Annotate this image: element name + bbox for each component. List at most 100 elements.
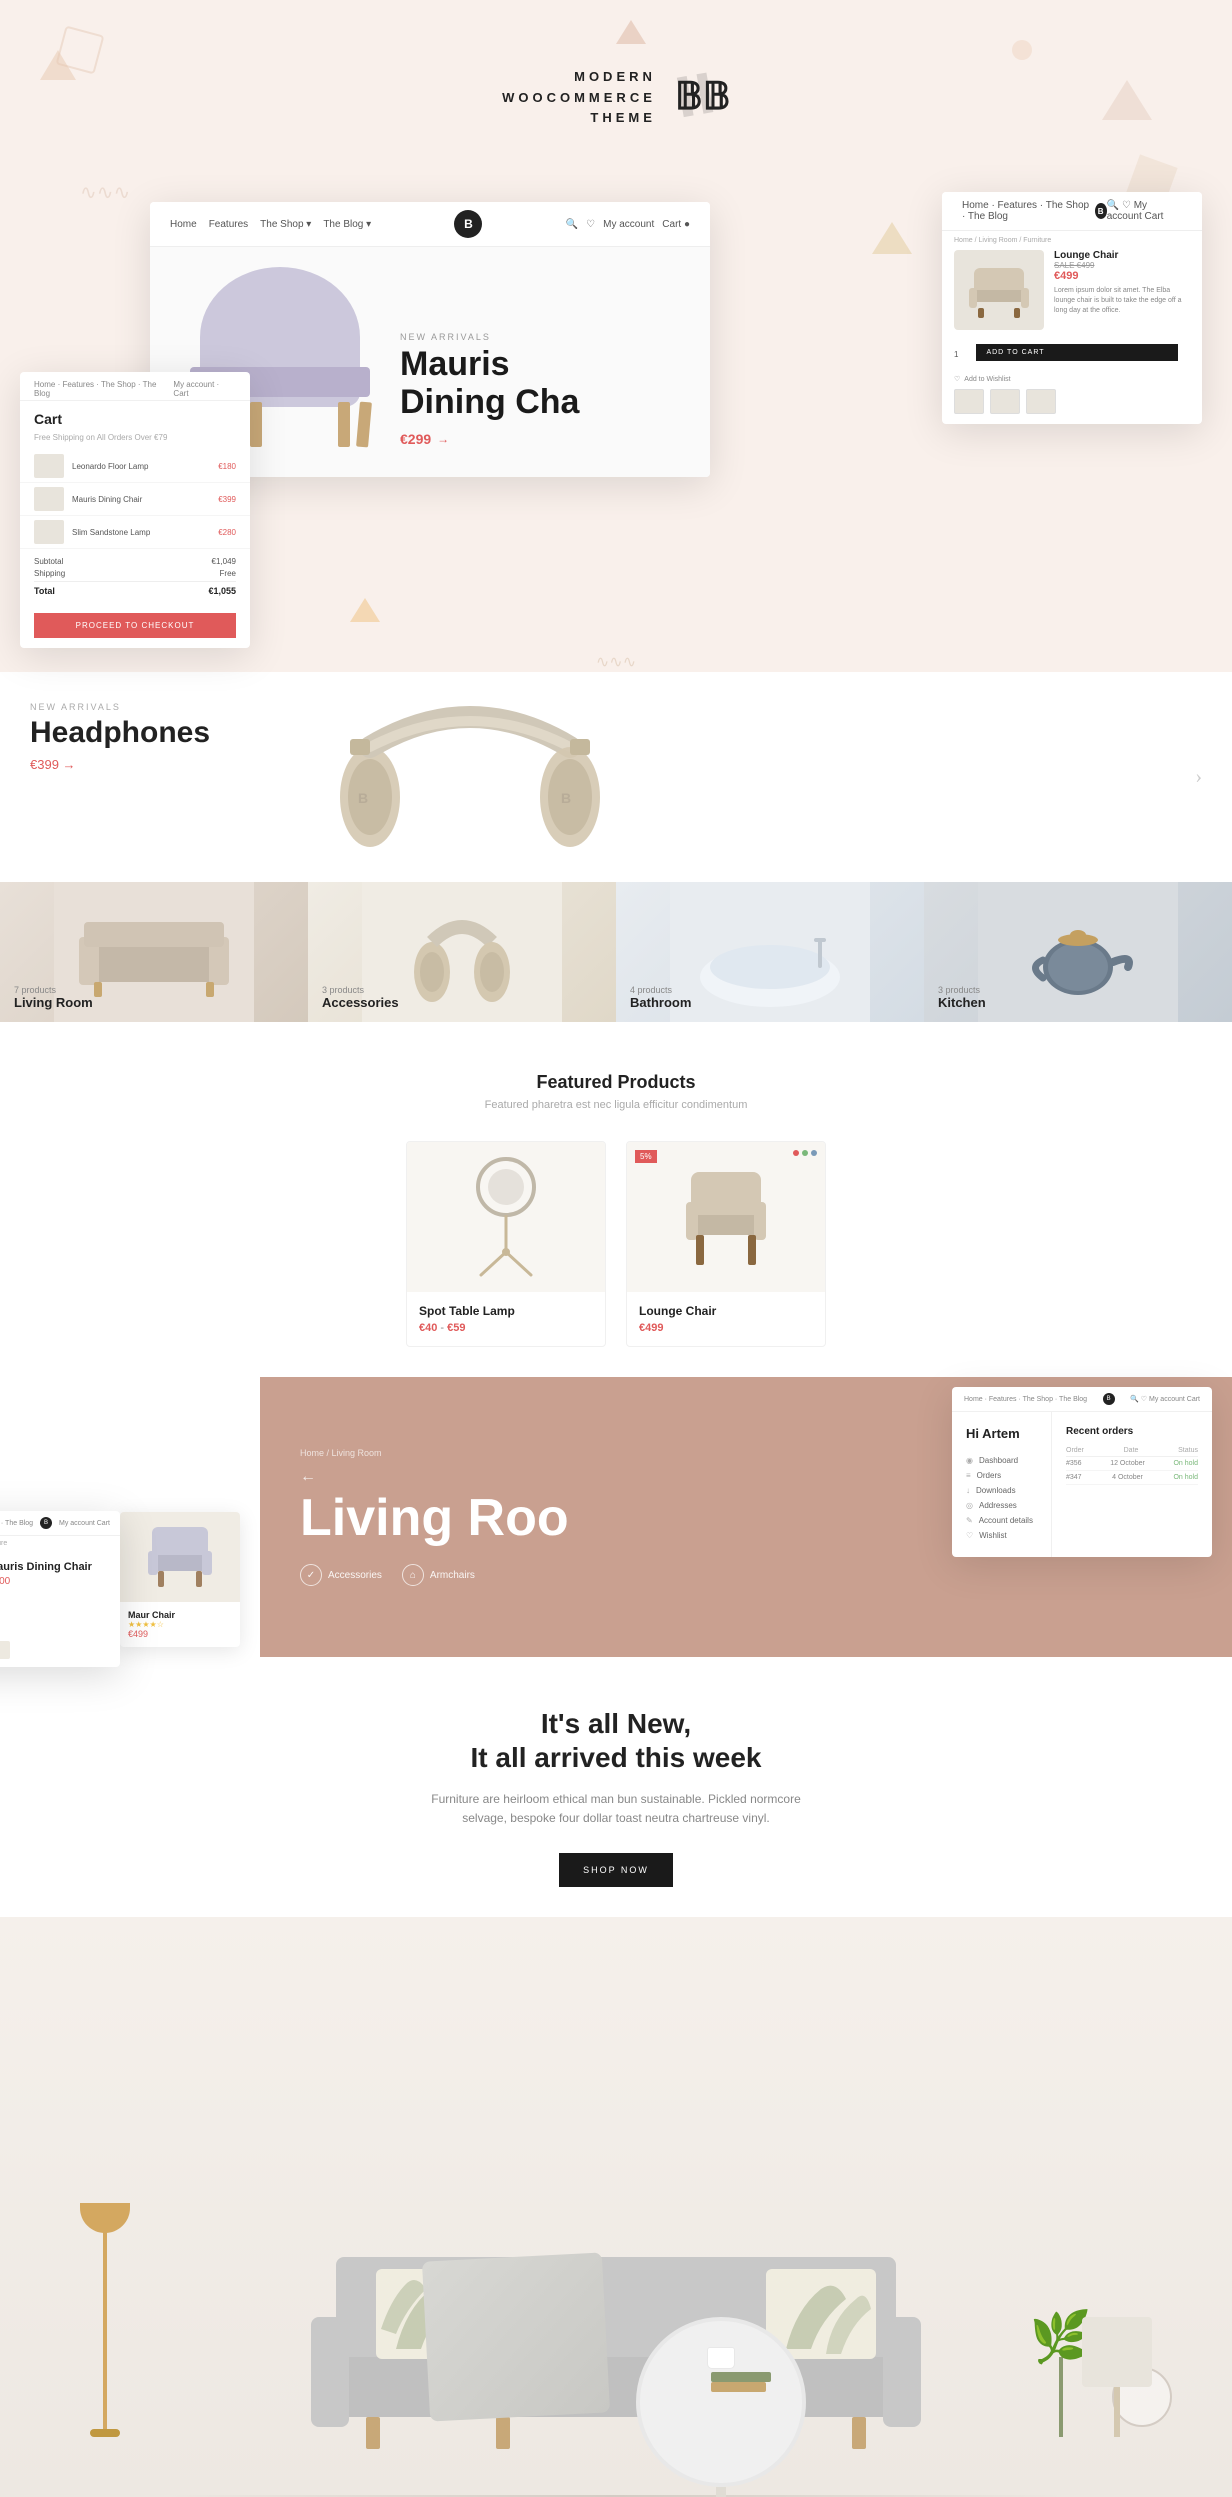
lr-accessories-link[interactable]: ✓ Accessories — [300, 1564, 382, 1586]
product-card-lamp[interactable]: Spot Table Lamp €40 - €59 — [406, 1141, 606, 1347]
acc-main: Recent orders OrderDateStatus #356 12 Oc… — [1052, 1412, 1212, 1557]
cat-label-bathroom: 4 products Bathroom — [630, 985, 691, 1010]
acc-account-details[interactable]: ✎ Account details — [966, 1513, 1037, 1528]
new-arrivals-section: It's all New, It all arrived this week F… — [0, 1657, 1232, 1917]
headphones-section: ‹ NEW ARRIVALS Headphones €399 → — [0, 672, 1232, 882]
new-arrivals-desc: Furniture are heirloom ethical man bun s… — [416, 1790, 816, 1828]
cat-label-living: 7 products Living Room — [14, 985, 93, 1010]
acc-hello: Hi Artem — [966, 1426, 1037, 1441]
chair-leg-2 — [250, 402, 262, 447]
downloads-icon: ↓ — [966, 1486, 970, 1495]
logo-icon: 𝔹𝔹 — [670, 64, 730, 132]
color-dot-red[interactable] — [793, 1150, 799, 1156]
st-leg — [1114, 2387, 1120, 2437]
header: MODERN WOOCOMMERCE THEME 𝔹𝔹 — [0, 0, 1232, 152]
nav-account[interactable]: My account — [603, 219, 654, 230]
acc-nav: Home · Features · The Shop · The Blog B … — [952, 1387, 1212, 1412]
hero-logo: B — [454, 210, 482, 238]
headphones-svg: B B — [290, 677, 650, 877]
acc-logo: B — [1103, 1393, 1115, 1405]
pd-nav-links: Home · Features · The Shop · The Blog — [962, 200, 1095, 222]
dm-nav: Home · Features · The Shop · The Blog B … — [0, 1511, 120, 1536]
pd-nav-right: 🔍 ♡ My account Cart — [1107, 200, 1182, 222]
nav-features[interactable]: Features — [209, 219, 248, 230]
account-mockup: Home · Features · The Shop · The Blog B … — [952, 1387, 1212, 1557]
next-arrow[interactable]: › — [1195, 766, 1202, 789]
maur-chair-info: Maur Chair ★★★★☆ €499 — [120, 1602, 240, 1647]
pd-chair-image — [954, 250, 1044, 330]
category-kitchen[interactable]: 3 products Kitchen — [924, 882, 1232, 1022]
category-living-room[interactable]: 7 products Living Room — [0, 882, 308, 1022]
pd-logo: B — [1095, 203, 1107, 219]
nav-search-icon[interactable]: 🔍 — [566, 219, 578, 230]
pd-desc: Lorem ipsum dolor sit amet. The Elba lou… — [1054, 286, 1190, 315]
dm-thumb-4[interactable] — [0, 1641, 10, 1659]
dm-logo: B — [40, 1517, 52, 1529]
lr-armchairs-link[interactable]: ⌂ Armchairs — [402, 1564, 475, 1586]
acc-downloads[interactable]: ↓ Downloads — [966, 1483, 1037, 1498]
checkout-button[interactable]: PROCEED TO CHECKOUT — [34, 613, 236, 638]
acc-wishlist[interactable]: ♡ Wishlist — [966, 1528, 1037, 1543]
nav-wishlist-icon[interactable]: ♡ — [586, 219, 595, 230]
pc-lamp-info: Spot Table Lamp €40 - €59 — [407, 1292, 605, 1346]
nav-links: Home Features The Shop ▾ The Blog ▾ — [170, 219, 371, 230]
dm-content: Mauris Dining Chair €300 — [0, 1551, 120, 1641]
acc-order-header: OrderDateStatus — [1066, 1445, 1198, 1457]
ct-tabletop — [636, 2317, 806, 2487]
maur-chair-svg — [140, 1517, 220, 1597]
shop-now-button[interactable]: SHOP NOW — [559, 1853, 673, 1887]
cart-item-1-img — [34, 454, 64, 478]
orders-icon: ≡ — [966, 1471, 971, 1480]
pd-nav: Home · Features · The Shop · The Blog B … — [942, 192, 1202, 231]
hero-title: Mauris Dining Cha — [400, 346, 680, 421]
pd-price: €499 — [1054, 270, 1190, 282]
acc-orders[interactable]: ≡ Orders — [966, 1468, 1037, 1483]
sofa-seat — [326, 2357, 906, 2417]
sofa-leg-2 — [496, 2417, 510, 2449]
acc-orders-title: Recent orders — [1066, 1426, 1198, 1437]
maur-chair-price: €499 — [128, 1629, 232, 1639]
lounge-chair-svg — [676, 1157, 776, 1277]
category-bathroom[interactable]: 4 products Bathroom — [616, 882, 924, 1022]
pd-wishlist[interactable]: ♡ Add to Wishlist — [942, 375, 1202, 389]
pd-thumb-3[interactable] — [1026, 389, 1056, 414]
lamp-svg — [466, 1157, 546, 1277]
category-accessories[interactable]: 3 products Accessories — [308, 882, 616, 1022]
nav-blog[interactable]: The Blog ▾ — [323, 219, 371, 230]
nav-cart[interactable]: Cart ● — [662, 219, 690, 230]
deco-wave-2: ∿∿∿ — [0, 652, 1232, 672]
chair-leg-3 — [338, 402, 350, 447]
pd-name: Lounge Chair — [1054, 250, 1190, 261]
nav-shop[interactable]: The Shop ▾ — [260, 219, 311, 230]
acc-addresses[interactable]: ◎ Addresses — [966, 1498, 1037, 1513]
pc-lounge-img: 5% — [627, 1142, 825, 1292]
sofa-blanket — [422, 2252, 610, 2421]
deco-tri-collage-2 — [350, 598, 380, 622]
products-row: Spot Table Lamp €40 - €59 5% — [80, 1141, 1152, 1347]
ct-book-1 — [711, 2372, 771, 2382]
pd-thumb-row — [942, 389, 1202, 424]
acc-sidebar: Hi Artem ◉ Dashboard ≡ Orders ↓ Download… — [952, 1412, 1052, 1557]
add-to-cart-button[interactable]: ADD TO CART — [976, 344, 1178, 361]
dm-breadcrumb: Home / Living Room / Furniture — [0, 1536, 120, 1551]
total-row: Total €1,055 — [34, 581, 236, 596]
main-wrapper: ‹ NEW ARRIVALS Headphones €399 → — [0, 672, 1232, 2497]
ct-leg-center — [716, 2487, 726, 2497]
pd-breadcrumb: Home / Living Room / Furniture — [942, 231, 1202, 250]
acc-dashboard[interactable]: ◉ Dashboard — [966, 1453, 1037, 1468]
cat-label-kitchen: 3 products Kitchen — [938, 985, 986, 1010]
color-dot-blue[interactable] — [811, 1150, 817, 1156]
nav-home[interactable]: Home — [170, 219, 197, 230]
pd-thumb-1[interactable] — [954, 389, 984, 414]
cart-mockup: Home · Features · The Shop · The Blog My… — [20, 372, 250, 648]
pd-thumb-2[interactable] — [990, 389, 1020, 414]
product-card-lounge[interactable]: 5% — [626, 1141, 826, 1347]
floor-line — [166, 2495, 1066, 2497]
lr-icons: ✓ Accessories ⌂ Armchairs — [300, 1564, 1192, 1586]
featured-subtitle: Featured pharetra est nec ligula efficit… — [80, 1099, 1152, 1111]
cat-label-accessories: 3 products Accessories — [322, 985, 399, 1010]
account-details-icon: ✎ — [966, 1516, 973, 1525]
wishlist-icon: ♡ — [966, 1531, 973, 1540]
pc-lounge-info: Lounge Chair €499 — [627, 1292, 825, 1346]
color-dot-green[interactable] — [802, 1150, 808, 1156]
